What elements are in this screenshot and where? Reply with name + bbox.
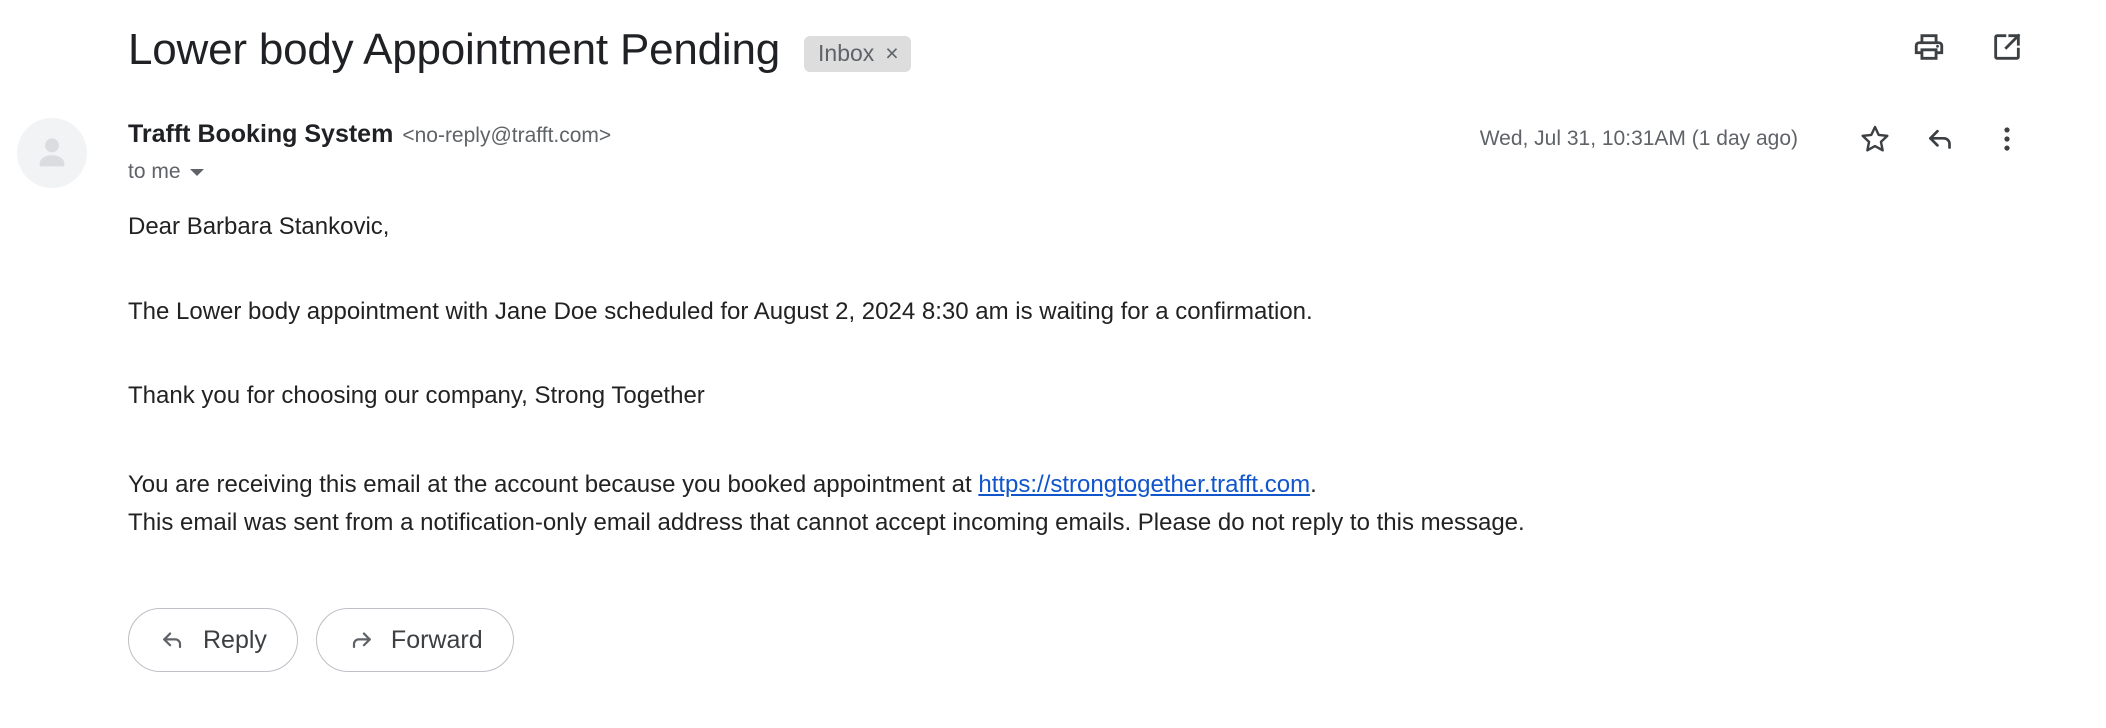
message-body: Dear Barbara Stankovic, The Lower body a… <box>128 212 1828 542</box>
footer-prefix: You are receiving this email at the acco… <box>128 471 979 499</box>
forward-arrow-icon <box>352 632 371 649</box>
more-options-icon[interactable] <box>1986 118 2028 160</box>
forward-button[interactable]: Forward <box>315 608 514 672</box>
reply-button-label: Reply <box>203 625 267 654</box>
body-thanks: Thank you for choosing our company, Stro… <box>128 382 705 410</box>
message-timestamp: Wed, Jul 31, 10:31AM (1 day ago) <box>1479 127 1798 150</box>
recipients-label: to me <box>128 160 181 183</box>
subject-header-actions <box>1908 26 2028 68</box>
sender-meta: Trafft Booking System <no-reply@trafft.c… <box>128 120 611 184</box>
page-title: Lower body Appointment Pending <box>128 24 781 74</box>
body-footer: You are receiving this email at the acco… <box>128 466 1828 542</box>
print-icon[interactable] <box>1908 26 1950 68</box>
body-greeting: Dear Barbara Stankovic, <box>128 213 390 240</box>
message-action-buttons: Reply Forward <box>128 608 514 672</box>
reply-button[interactable]: Reply <box>128 608 298 672</box>
recipients-toggle[interactable]: to me <box>128 160 204 184</box>
open-in-new-window-icon[interactable] <box>1986 26 2028 68</box>
subject-header: Lower body Appointment Pending Inbox × <box>0 0 2106 100</box>
subject-header-left: Lower body Appointment Pending Inbox × <box>128 24 911 77</box>
reply-arrow-icon <box>163 632 182 649</box>
sender-name: Trafft Booking System <box>128 120 394 148</box>
forward-button-label: Forward <box>390 625 483 654</box>
footer-suffix: . <box>1310 471 1317 499</box>
footer-notice: This email was sent from a notification-… <box>128 509 1525 537</box>
reply-icon[interactable] <box>1920 118 1962 160</box>
person-placeholder-icon <box>39 138 65 167</box>
body-details: The Lower body appointment with Jane Doe… <box>128 297 1313 325</box>
sender-email: <no-reply@trafft.com> <box>402 124 612 147</box>
chevron-down-icon[interactable] <box>189 168 204 176</box>
avatar <box>17 118 87 188</box>
label-chip-inbox[interactable]: Inbox × <box>804 35 911 72</box>
sender-line: Trafft Booking System <no-reply@trafft.c… <box>128 120 611 149</box>
close-icon[interactable]: × <box>885 42 898 65</box>
star-icon[interactable] <box>1854 118 1896 160</box>
message-actions: Wed, Jul 31, 10:31AM (1 day ago) <box>1480 118 2028 160</box>
booking-site-link[interactable]: https://strongtogether.trafft.com <box>978 471 1310 498</box>
label-chip-text: Inbox <box>818 40 875 67</box>
